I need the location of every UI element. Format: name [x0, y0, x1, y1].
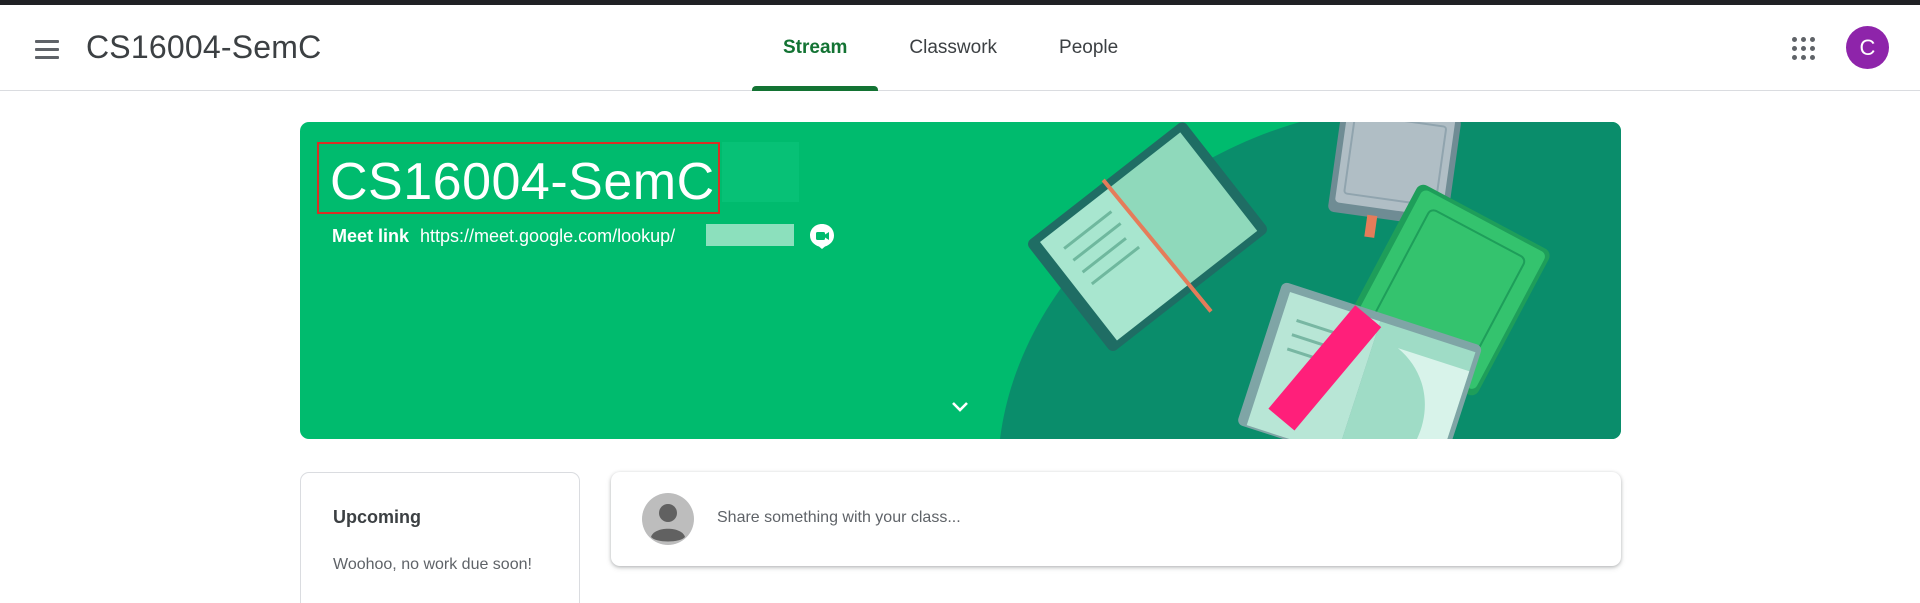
upcoming-card: Upcoming Woohoo, no work due soon! [300, 472, 580, 603]
google-apps-grid-icon[interactable] [1790, 35, 1818, 63]
upcoming-title: Upcoming [333, 507, 421, 527]
google-meet-icon[interactable] [808, 222, 836, 250]
share-placeholder[interactable]: Share something with your class... [717, 509, 961, 527]
tab-stream-label: Stream [783, 37, 848, 58]
redacted-meet-code [706, 224, 794, 246]
banner-class-name: CS16004-SemC [330, 153, 715, 211]
meet-link-label: Meet link [332, 226, 410, 246]
tab-classwork-label: Classwork [909, 37, 998, 58]
top-app-bar: CS16004-SemC Stream Classwork People C [0, 5, 1920, 91]
tab-people[interactable]: People [1028, 5, 1149, 91]
tab-bar: Stream Classwork People [752, 5, 1149, 91]
share-post-box[interactable]: Share something with your class... [611, 472, 1621, 566]
user-avatar [642, 493, 694, 545]
tab-people-label: People [1059, 37, 1119, 58]
active-tab-indicator [752, 86, 879, 91]
upcoming-message: Woohoo, no work due soon! [333, 556, 532, 573]
class-banner: CS16004-SemC Meet link https://meet.goog… [300, 122, 1621, 439]
redacted-region [722, 142, 799, 202]
person-icon [642, 493, 694, 545]
class-title-header[interactable]: CS16004-SemC [86, 29, 321, 66]
tab-stream[interactable]: Stream [752, 5, 879, 91]
account-avatar[interactable]: C [1846, 26, 1889, 69]
tab-classwork[interactable]: Classwork [878, 5, 1028, 91]
meet-link-url[interactable]: https://meet.google.com/lookup/ [420, 226, 675, 247]
hamburger-menu-icon[interactable] [30, 35, 64, 63]
chevron-down-icon[interactable] [948, 394, 972, 418]
